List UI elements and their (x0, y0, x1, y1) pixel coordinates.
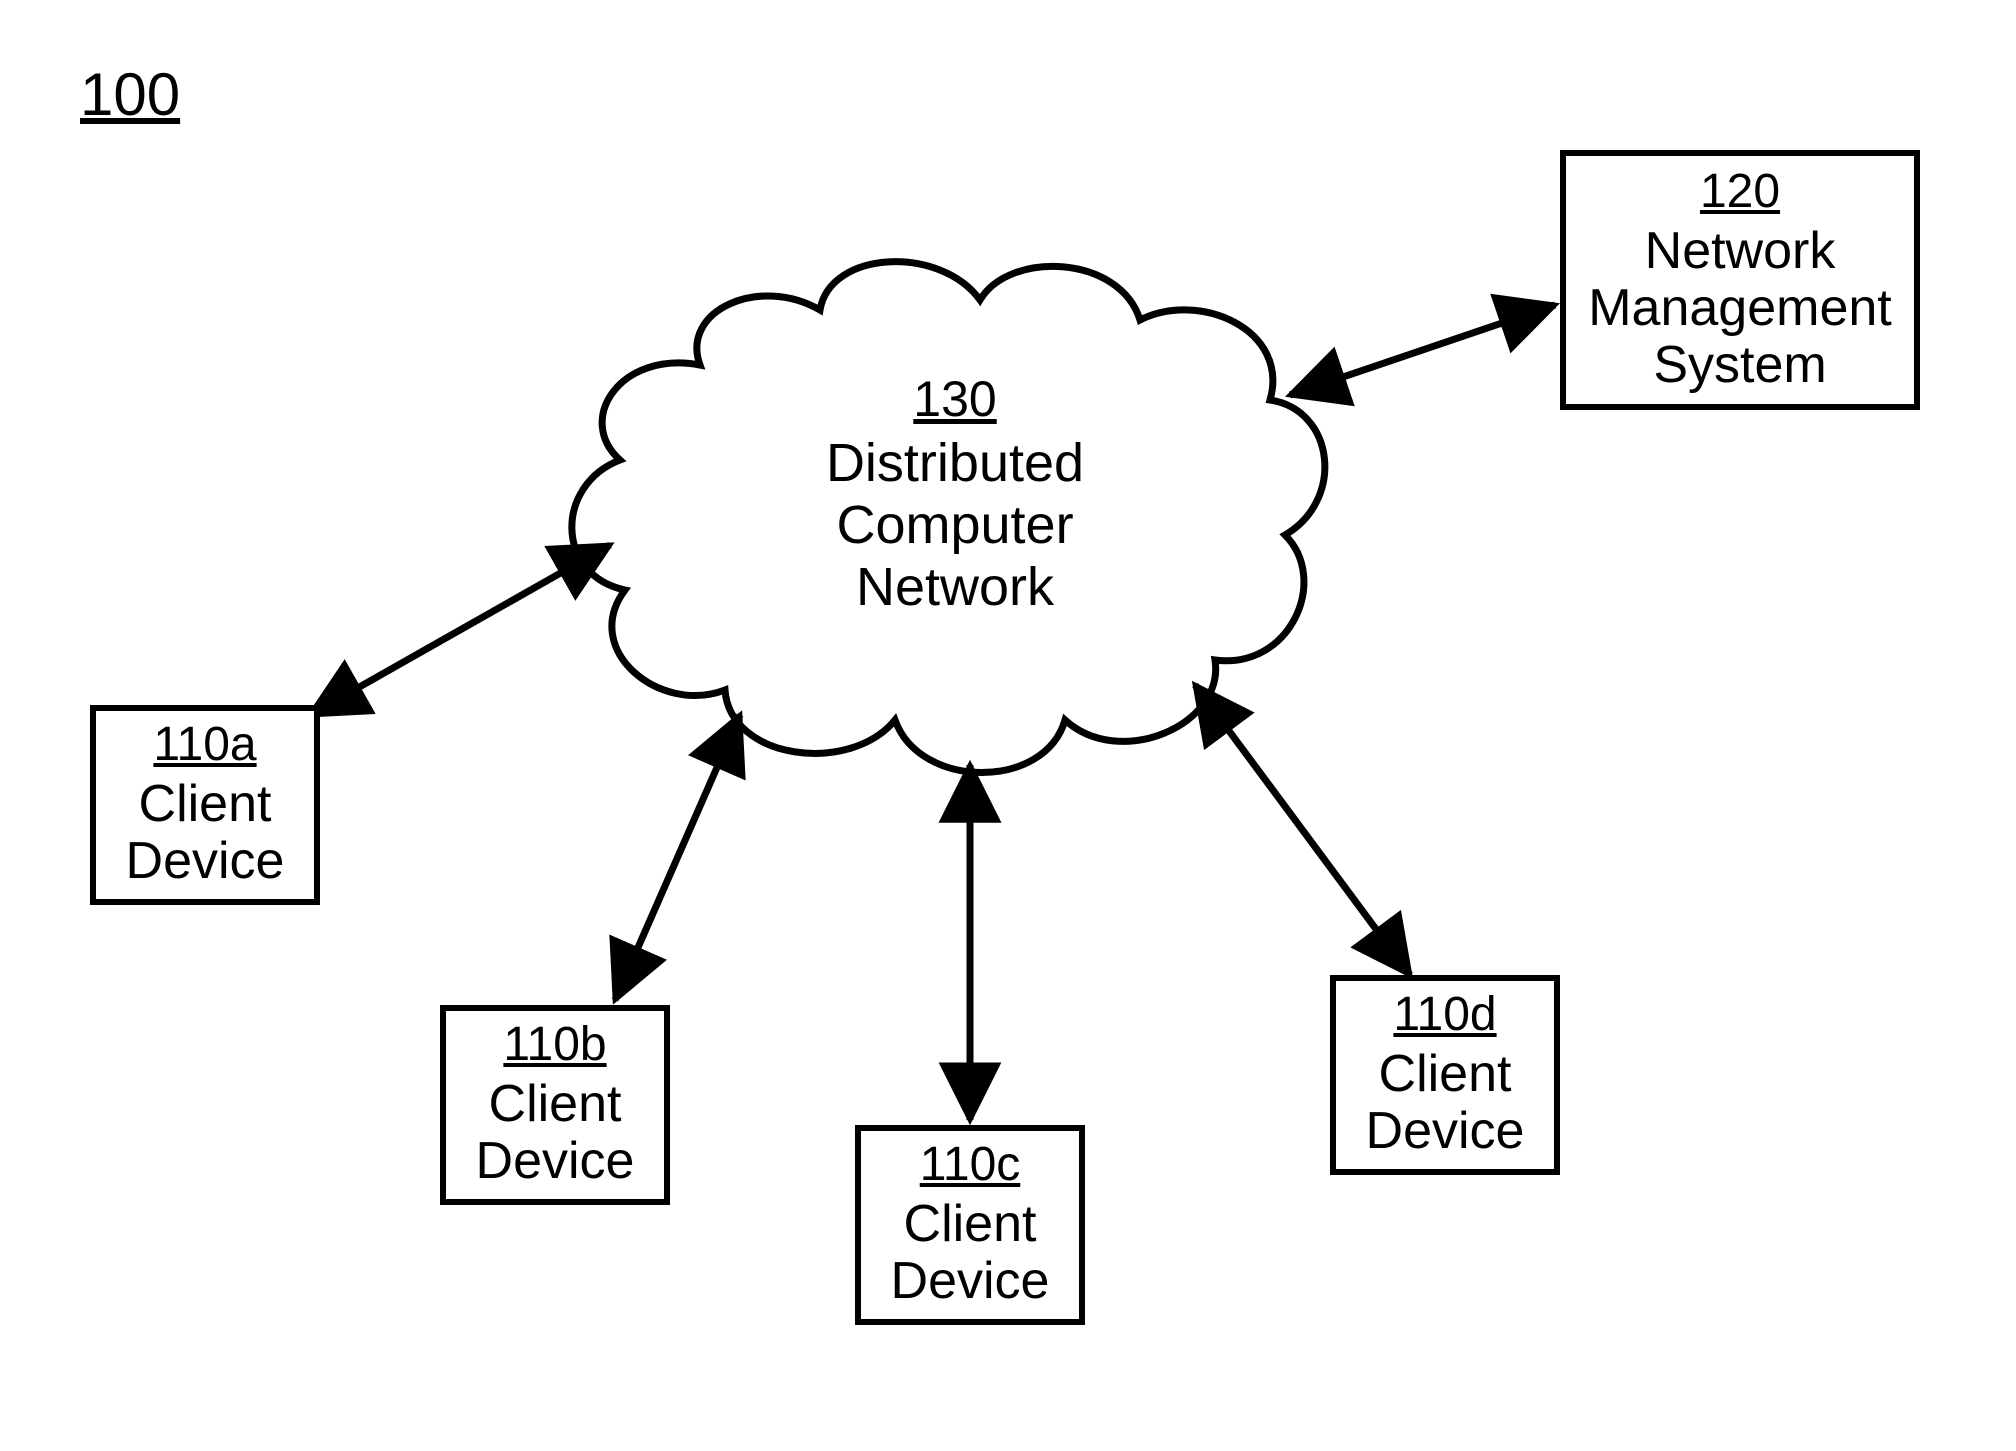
client-b-label-line1: Client (489, 1076, 622, 1133)
cloud-label-line1: Distributed (745, 432, 1165, 494)
client-a-ref: 110a (153, 719, 256, 772)
client-c-label-line1: Client (904, 1196, 1037, 1253)
connector-cloud-to-client-d (1195, 685, 1410, 975)
connector-cloud-to-client-a (310, 545, 610, 715)
client-b-node: 110b Client Device (440, 1005, 670, 1205)
client-d-ref: 110d (1393, 989, 1496, 1042)
client-b-ref: 110b (503, 1019, 606, 1072)
client-a-label-line2: Device (126, 833, 285, 890)
client-d-label-line2: Device (1366, 1103, 1525, 1160)
client-d-label-line1: Client (1379, 1046, 1512, 1103)
cloud-label-line2: Computer (745, 494, 1165, 556)
cloud-node: 130 Distributed Computer Network (745, 370, 1165, 618)
connector-cloud-to-client-b (615, 715, 740, 1000)
nms-node: 120 Network Management System (1560, 150, 1920, 410)
nms-label-line3: System (1653, 337, 1826, 394)
cloud-ref: 130 (913, 370, 996, 428)
nms-ref: 120 (1700, 166, 1780, 219)
client-c-node: 110c Client Device (855, 1125, 1085, 1325)
connector-cloud-to-nms (1290, 305, 1555, 395)
diagram-canvas: 100 130 Distributed Computer Network 120… (0, 0, 2016, 1451)
nms-label-line2: Management (1588, 280, 1892, 337)
nms-label-line1: Network (1645, 223, 1836, 280)
client-c-label-line2: Device (891, 1253, 1050, 1310)
client-c-ref: 110c (920, 1139, 1021, 1192)
client-d-node: 110d Client Device (1330, 975, 1560, 1175)
client-a-node: 110a Client Device (90, 705, 320, 905)
client-b-label-line2: Device (476, 1133, 635, 1190)
cloud-label-line3: Network (745, 556, 1165, 618)
client-a-label-line1: Client (139, 776, 272, 833)
